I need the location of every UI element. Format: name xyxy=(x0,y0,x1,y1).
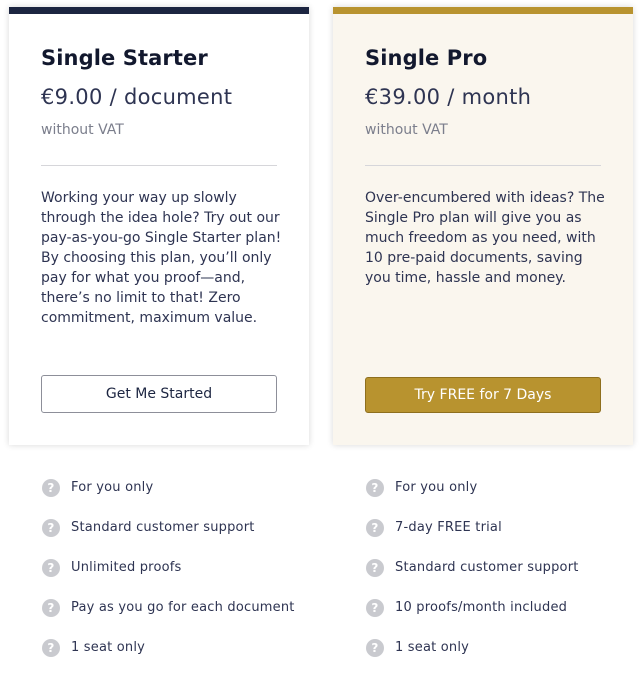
feature-label: Pay as you go for each document xyxy=(71,600,295,615)
plan-description: Working your way up slowly through the i… xyxy=(41,190,282,326)
help-icon[interactable]: ? xyxy=(366,599,384,617)
feature-list-single-pro: ? For you only ? 7-day FREE trial ? Stan… xyxy=(366,478,579,678)
feature-item: ? For you only xyxy=(42,478,295,518)
help-icon[interactable]: ? xyxy=(42,519,60,537)
help-icon[interactable]: ? xyxy=(366,479,384,497)
feature-label: For you only xyxy=(71,480,154,495)
feature-label: For you only xyxy=(395,480,478,495)
feature-label: 1 seat only xyxy=(395,640,470,655)
card-accent-bar xyxy=(333,7,633,14)
feature-label: 7-day FREE trial xyxy=(395,520,502,535)
plan-card-single-starter: Single Starter €9.00 / document without … xyxy=(9,7,309,445)
plan-description: Over-encumbered with ideas? The Single P… xyxy=(365,190,605,286)
help-icon[interactable]: ? xyxy=(366,559,384,577)
divider xyxy=(41,165,277,166)
feature-item: ? Standard customer support xyxy=(366,558,579,598)
help-icon[interactable]: ? xyxy=(42,559,60,577)
help-icon[interactable]: ? xyxy=(366,519,384,537)
divider xyxy=(365,165,601,166)
feature-label: Standard customer support xyxy=(395,560,579,575)
feature-label: 1 seat only xyxy=(71,640,146,655)
vat-note: without VAT xyxy=(41,122,124,138)
vat-note: without VAT xyxy=(365,122,448,138)
feature-item: ? Standard customer support xyxy=(42,518,295,558)
feature-item: ? For you only xyxy=(366,478,579,518)
plan-name: Single Pro xyxy=(365,46,488,70)
plan-card-single-pro: Single Pro €39.00 / month without VAT Ov… xyxy=(333,7,633,445)
feature-item: ? Pay as you go for each document xyxy=(42,598,295,638)
plan-name: Single Starter xyxy=(41,46,208,70)
plan-price: €39.00 / month xyxy=(365,85,532,109)
plan-price: €9.00 / document xyxy=(41,85,233,109)
help-icon[interactable]: ? xyxy=(42,479,60,497)
get-me-started-button[interactable]: Get Me Started xyxy=(41,375,277,413)
help-icon[interactable]: ? xyxy=(366,639,384,657)
feature-item: ? 1 seat only xyxy=(366,638,579,678)
card-accent-bar xyxy=(9,7,309,14)
feature-label: Standard customer support xyxy=(71,520,255,535)
help-icon[interactable]: ? xyxy=(42,599,60,617)
feature-item: ? 7-day FREE trial xyxy=(366,518,579,558)
feature-item: ? Unlimited proofs xyxy=(42,558,295,598)
try-free-trial-button[interactable]: Try FREE for 7 Days xyxy=(365,377,601,413)
feature-item: ? 1 seat only xyxy=(42,638,295,678)
help-icon[interactable]: ? xyxy=(42,639,60,657)
feature-list-single-starter: ? For you only ? Standard customer suppo… xyxy=(42,478,295,678)
feature-label: Unlimited proofs xyxy=(71,560,182,575)
feature-item: ? 10 proofs/month included xyxy=(366,598,579,638)
feature-label: 10 proofs/month included xyxy=(395,600,568,615)
